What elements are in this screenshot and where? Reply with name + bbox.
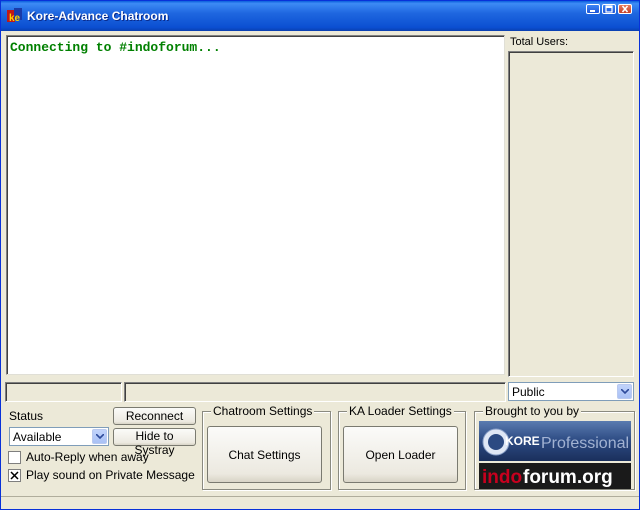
channel-select-value: Public bbox=[512, 385, 545, 399]
indoforum-logo[interactable]: indo forum.org bbox=[479, 463, 631, 489]
auto-reply-label[interactable]: Auto-Reply when away bbox=[26, 450, 149, 464]
minimize-icon[interactable] bbox=[586, 4, 600, 14]
chatroom-settings-title: Chatroom Settings bbox=[211, 404, 315, 418]
play-sound-checkbox[interactable] bbox=[8, 469, 21, 482]
svg-text:indo: indo bbox=[482, 467, 522, 488]
users-list[interactable] bbox=[508, 51, 634, 377]
status-label: Status bbox=[9, 409, 44, 423]
play-sound-label[interactable]: Play sound on Private Message bbox=[26, 468, 195, 482]
chevron-down-icon[interactable] bbox=[617, 384, 632, 399]
nick-field[interactable] bbox=[5, 382, 122, 402]
chat-log[interactable]: Connecting to #indoforum... bbox=[6, 35, 505, 375]
kore-professional-logo[interactable]: KORE Professional bbox=[479, 421, 631, 461]
app-icon[interactable]: ke bbox=[7, 8, 25, 24]
maximize-icon[interactable] bbox=[602, 4, 616, 14]
hide-to-systray-button[interactable]: Hide to Systray bbox=[113, 428, 196, 457]
chat-settings-button[interactable]: Chat Settings bbox=[207, 426, 322, 483]
chatroom-window: ke Kore-Advance Chatroom Connecting to #… bbox=[0, 0, 640, 510]
close-icon[interactable] bbox=[618, 4, 632, 14]
window-title: Kore-Advance Chatroom bbox=[27, 9, 169, 23]
chevron-down-icon[interactable] bbox=[92, 429, 107, 444]
loader-settings-title: KA Loader Settings bbox=[347, 404, 454, 418]
status-bar bbox=[1, 496, 639, 509]
reconnect-button[interactable]: Reconnect bbox=[113, 407, 196, 425]
auto-reply-checkbox[interactable] bbox=[8, 451, 21, 464]
status-select-value: Available bbox=[13, 430, 62, 444]
total-users-label: Total Users: bbox=[510, 36, 569, 48]
svg-text:forum.org: forum.org bbox=[523, 467, 613, 488]
open-loader-button[interactable]: Open Loader bbox=[343, 426, 458, 483]
title-bar[interactable]: ke Kore-Advance Chatroom bbox=[1, 1, 639, 31]
status-select[interactable]: Available bbox=[9, 427, 109, 446]
svg-text:ke: ke bbox=[9, 13, 21, 24]
message-input[interactable] bbox=[124, 382, 506, 402]
svg-text:Professional: Professional bbox=[541, 435, 629, 452]
brought-by-title: Brought to you by bbox=[483, 404, 582, 418]
svg-text:KORE: KORE bbox=[505, 434, 540, 448]
chat-message: Connecting to #indoforum... bbox=[10, 40, 221, 55]
checkmark-icon bbox=[10, 471, 19, 480]
channel-select[interactable]: Public bbox=[508, 382, 634, 401]
